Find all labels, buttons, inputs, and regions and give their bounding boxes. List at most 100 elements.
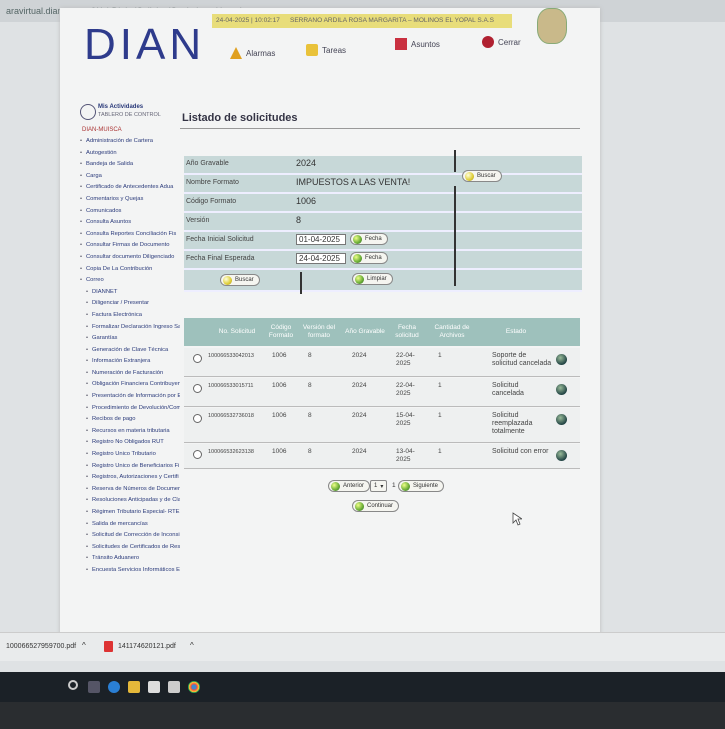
table-row[interactable]: 100066533042013 1006 8 2024 22-04-2025 1 Sopor… [184, 348, 580, 377]
sidebar-item[interactable]: Registro Único Tributario [78, 451, 180, 463]
row-radio[interactable] [193, 414, 202, 423]
cell-version: 8 [308, 448, 312, 455]
sidebar-item[interactable]: Régimen Tributario Especial- RTE [78, 509, 180, 521]
asuntos-icon [395, 38, 407, 50]
alarmas-button[interactable]: Alarmas [230, 47, 275, 59]
sidebar-item[interactable]: Certificado de Antecedentes Adua [78, 184, 180, 196]
table-row[interactable]: 100066532623138 1006 8 2024 13-04-2025 1 Solic… [184, 444, 580, 469]
sidebar-item[interactable]: Autogestión [78, 150, 180, 162]
search-icon[interactable] [68, 680, 78, 690]
chevron-up-icon[interactable]: ^ [190, 641, 194, 650]
sidebar-item[interactable]: Comentarios y Quejas [78, 196, 180, 208]
fecha-final-input[interactable]: 24-04-2025 [296, 253, 346, 264]
sidebar-item[interactable]: Procedimiento de Devolución/Com [78, 405, 180, 417]
cell-no: 100066533042013 [208, 353, 254, 359]
mail-icon[interactable] [168, 681, 180, 693]
buscar-button[interactable]: Buscar [220, 274, 260, 286]
divider [300, 272, 302, 294]
pdf-download-icon[interactable] [556, 384, 567, 395]
download-item[interactable]: 100066527959700.pdf [6, 643, 76, 650]
task-view-icon[interactable] [88, 681, 100, 693]
sidebar-item[interactable]: Garantías [78, 335, 180, 347]
sidebar-item[interactable]: DIANNET [78, 289, 180, 301]
limpiar-button[interactable]: Limpiar [352, 273, 393, 285]
pdf-download-icon[interactable] [556, 354, 567, 365]
sidebar-item[interactable]: Encuesta Servicios Informáticos El [78, 567, 180, 579]
fecha-inicial-button[interactable]: Fecha [350, 233, 388, 245]
sidebar-item[interactable]: Información Extranjera [78, 358, 180, 370]
row-nombre: Nombre Formato IMPUESTOS A LAS VENTA! [184, 175, 582, 194]
cell-fecha: 13-04-2025 [396, 448, 415, 463]
sidebar-item[interactable]: Obligación Financiera Contribuyen [78, 381, 180, 393]
sidebar-item[interactable]: Copia De La Contribución [78, 266, 180, 278]
cerrar-button[interactable]: Cerrar [482, 36, 521, 48]
cell-no: 100066533015711 [208, 383, 254, 389]
table-row[interactable]: 100066532736018 1006 8 2024 15-04-2025 1 Solic… [184, 408, 580, 443]
continuar-button[interactable]: Continuar [352, 500, 400, 512]
row-radio[interactable] [193, 450, 202, 459]
sidebar-item[interactable]: Formalizar Declaración Ingreso Sa [78, 324, 180, 336]
alarm-bell-icon [230, 47, 242, 59]
sidebar-item[interactable]: Salida de mercancías [78, 521, 180, 533]
store-icon[interactable] [148, 681, 160, 693]
chevron-up-icon[interactable]: ^ [82, 641, 86, 650]
row-radio[interactable] [193, 354, 202, 363]
asuntos-button[interactable]: Asuntos [395, 38, 440, 50]
sidebar-item[interactable]: Diligenciar / Presentar [78, 300, 180, 312]
cell-cantidad: 1 [438, 412, 442, 419]
sidebar-item[interactable]: Solicitud de Corrección de Inconsi [78, 532, 180, 544]
sidebar-item[interactable]: Solicitudes de Certificados de Resi [78, 544, 180, 556]
search-icon [465, 171, 474, 181]
cell-version: 8 [308, 412, 312, 419]
file-explorer-icon[interactable] [128, 681, 140, 693]
sidebar-item[interactable]: Consultar documento Diligenciado [78, 254, 180, 266]
sidebar-item[interactable]: Registro Único de Beneficiarios Fi [78, 463, 180, 475]
sidebar-item[interactable]: Bandeja de Salida [78, 161, 180, 173]
sidebar-item[interactable]: Tránsito Aduanero [78, 555, 180, 567]
cell-ano: 2024 [352, 448, 367, 455]
sidebar-item[interactable]: Numeración de Facturación [78, 370, 180, 382]
fecha-inicial-label: Fecha Inicial Solicitud [186, 236, 254, 243]
fecha-final-button[interactable]: Fecha [350, 252, 388, 264]
sidebar-item[interactable]: Registro No Obligados RUT [78, 439, 180, 451]
cell-ano: 2024 [352, 412, 367, 419]
sidebar-item[interactable]: Recibos de pago [78, 416, 180, 428]
buscar-formato-button[interactable]: Buscar [462, 170, 502, 182]
siguiente-button[interactable]: Siguiente [398, 480, 445, 492]
cell-fecha: 15-04-2025 [396, 412, 415, 427]
edge-icon[interactable] [108, 681, 120, 693]
cell-estado: Soporte de solicitud cancelada [492, 352, 552, 367]
download-item[interactable]: 141174620121.pdf [118, 643, 176, 650]
sidebar-item[interactable]: Presentación de Información por E [78, 393, 180, 405]
sidebar-item[interactable]: Registros, Autorizaciones y Certifi [78, 474, 180, 486]
sidebar-item[interactable]: Consulta Reportes Conciliación Fis [78, 231, 180, 243]
sidebar-item[interactable]: Carga [78, 173, 180, 185]
sidebar-item[interactable]: Generación de Clave Técnica [78, 347, 180, 359]
sidebar-item[interactable]: Correo [78, 277, 180, 289]
row-radio[interactable] [193, 384, 202, 393]
anterior-button[interactable]: Anterior [328, 480, 371, 492]
fecha-inicial-input[interactable]: 01-04-2025 [296, 234, 346, 245]
sidebar-item[interactable]: Consultar Firmas de Documento [78, 242, 180, 254]
cell-cantidad: 1 [438, 352, 442, 359]
user-name: SERRANO ARDILA ROSA MARGARITA – MOLINOS … [290, 17, 494, 24]
tareas-button[interactable]: Tareas [306, 44, 346, 56]
search-form: Año Gravable 2024 Nombre Formato IMPUEST… [184, 150, 582, 302]
chrome-icon[interactable] [188, 681, 200, 693]
cell-fecha: 22-04-2025 [396, 382, 415, 397]
sidebar-item[interactable]: Reserva de Números de Documen [78, 486, 180, 498]
table-row[interactable]: 100066533015711 1006 8 2024 22-04-2025 1 Solic… [184, 378, 580, 407]
sidebar-item[interactable]: Administración de Cartera [78, 138, 180, 150]
sidebar-item[interactable]: Recursos en materia tributaria [78, 428, 180, 440]
sidebar-item[interactable]: Consulta Asuntos [78, 219, 180, 231]
sidebar-item[interactable]: Resoluciones Anticipadas y de Cla [78, 497, 180, 509]
sidebar-item[interactable]: Comunicados [78, 208, 180, 220]
pdf-download-icon[interactable] [556, 414, 567, 425]
pdf-download-icon[interactable] [556, 450, 567, 461]
cell-ano: 2024 [352, 352, 367, 359]
sidebar-item[interactable]: Factura Electrónica [78, 312, 180, 324]
page-select[interactable]: 1 ▾ [370, 480, 388, 492]
cell-codigo: 1006 [272, 448, 287, 455]
cerrar-label: Cerrar [498, 37, 521, 47]
tareas-label: Tareas [322, 45, 347, 55]
